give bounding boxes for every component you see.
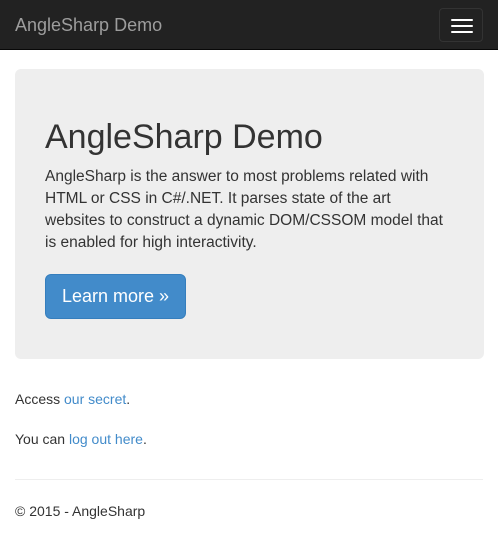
secret-prefix: Access bbox=[15, 391, 65, 407]
jumbotron-lead: AngleSharp is the answer to most problem… bbox=[45, 168, 443, 251]
hamburger-bar bbox=[451, 25, 473, 27]
logout-paragraph: You can log out here. bbox=[15, 429, 147, 449]
secret-suffix: . bbox=[126, 391, 131, 407]
logout-suffix: . bbox=[142, 431, 147, 447]
hamburger-bar bbox=[451, 31, 473, 33]
navbar: AngleSharp Demo bbox=[0, 0, 498, 50]
learn-more-button[interactable]: Learn more » bbox=[45, 274, 186, 319]
secret-link[interactable]: our secret bbox=[64, 391, 126, 407]
hamburger-bar bbox=[451, 19, 473, 21]
jumbotron: AngleSharp Demo AngleSharp is the answer… bbox=[15, 69, 484, 359]
jumbotron-title: AngleSharp Demo bbox=[45, 118, 323, 156]
navbar-brand[interactable]: AngleSharp Demo bbox=[15, 13, 162, 37]
footer-copyright: © 2015 - AngleSharp bbox=[15, 503, 146, 519]
logout-prefix: You can bbox=[15, 431, 69, 447]
secret-paragraph: Access our secret. bbox=[15, 389, 130, 409]
logout-link[interactable]: log out here bbox=[69, 431, 143, 447]
navbar-toggle-button[interactable] bbox=[439, 8, 483, 42]
footer-divider bbox=[15, 479, 483, 480]
